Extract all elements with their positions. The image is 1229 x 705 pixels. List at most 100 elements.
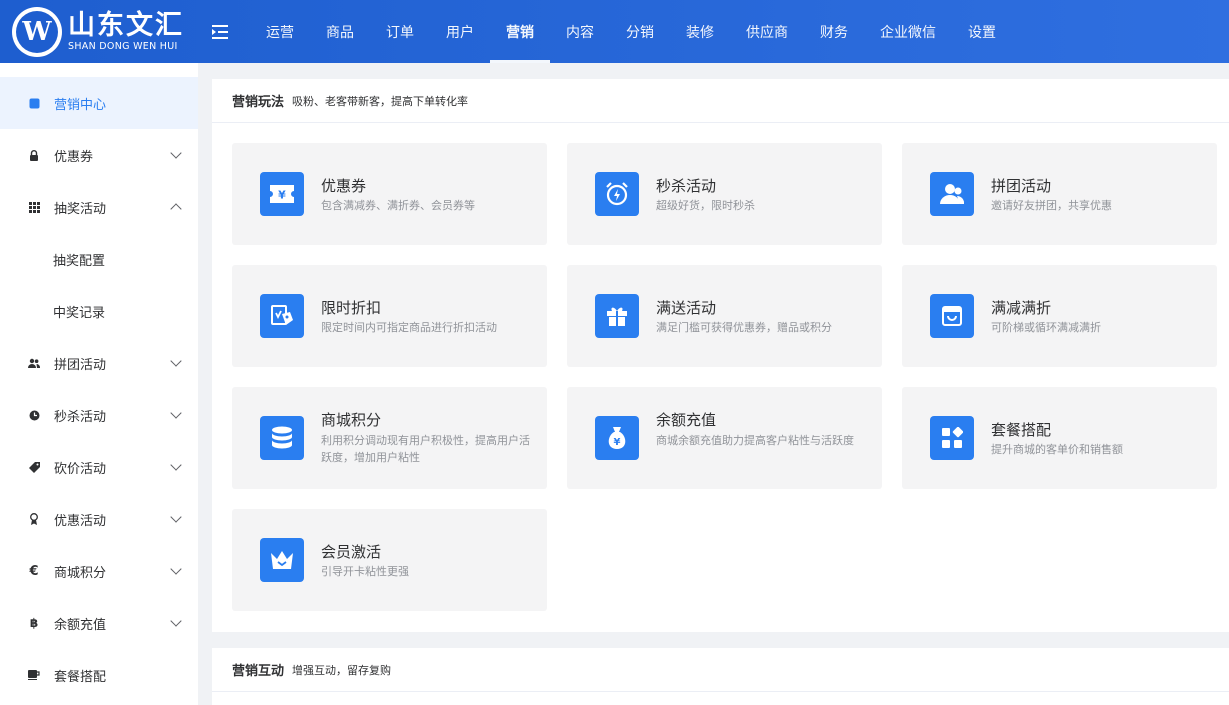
sidebar-item-marketing-center[interactable]: 营销中心 (0, 77, 198, 129)
chevron-down-icon[interactable] (170, 147, 182, 159)
ticket-icon: ¥ (260, 172, 304, 216)
card-desc: 包含满减券、满折券、会员券等 (321, 199, 475, 212)
chevron-down-icon[interactable] (170, 511, 182, 523)
card-desc: 邀请好友拼团，共享优惠 (991, 199, 1112, 212)
brand-name: 山东文汇 (68, 9, 184, 41)
marketing-interaction-panel: 营销互动 增强互动，留存复购 (212, 648, 1229, 705)
card-balance-recharge[interactable]: ¥ 余额充值 商城余额充值助力提高客户粘性与活跃度 (567, 387, 882, 489)
chevron-down-icon[interactable] (170, 407, 182, 419)
sidebar-subitem-lottery-config[interactable]: 抽奖配置 (0, 233, 198, 285)
card-member-activation[interactable]: 会员激活 引导开卡粘性更强 (232, 509, 547, 611)
card-desc: 提升商城的客单价和销售额 (991, 443, 1123, 456)
sidebar-item-label: 营销中心 (54, 97, 107, 113)
card-desc: 满足门槛可获得优惠券，赠品或积分 (656, 321, 832, 334)
sidebar-item-label: 拼团活动 (54, 357, 107, 373)
users-icon (28, 357, 40, 369)
section-subtitle: 吸粉、老客带新客，提高下单转化率 (292, 94, 469, 108)
card-title: 优惠券 (321, 177, 367, 195)
card-desc: 利用积分调动现有用户积极性，提高用户活跃度，增加用户粘性 (321, 434, 530, 464)
discount-tag-icon (260, 294, 304, 338)
card-group-buy[interactable]: 拼团活动 邀请好友拼团，共享优惠 (902, 143, 1217, 245)
logo[interactable]: W 山东文汇 SHAN DONG WEN HUI (0, 0, 198, 63)
top-bar: W 山东文汇 SHAN DONG WEN HUI 运营 商品 订单 用户 营销 … (0, 0, 1229, 63)
card-desc: 商城余额充值助力提高客户粘性与活跃度 (656, 434, 854, 447)
tag-icon (28, 461, 40, 473)
sidebar-item-label: 优惠活动 (54, 513, 107, 529)
gift-icon (595, 294, 639, 338)
card-desc: 引导开卡粘性更强 (321, 565, 409, 578)
sidebar-item-group-buy[interactable]: 拼团活动 (0, 337, 198, 389)
section-header: 营销互动 增强互动，留存复购 (212, 648, 1229, 692)
card-mall-points[interactable]: 商城积分 利用积分调动现有用户积极性，提高用户活跃度，增加用户粘性 (232, 387, 547, 489)
nav-item-caiwu[interactable]: 财务 (804, 0, 864, 63)
card-bundle[interactable]: 套餐搭配 提升商城的客单价和销售额 (902, 387, 1217, 489)
nav-item-yingxiao[interactable]: 营销 (490, 0, 550, 63)
svg-text:¥: ¥ (278, 189, 286, 202)
bag-icon (930, 294, 974, 338)
nav-item-yunying[interactable]: 运营 (250, 0, 310, 63)
nav-item-gongyingshang[interactable]: 供应商 (730, 0, 804, 63)
apps-icon (930, 416, 974, 460)
chevron-down-icon[interactable] (170, 563, 182, 575)
sidebar-item-coupon[interactable]: 优惠券 (0, 129, 198, 181)
sidebar-item-seckill[interactable]: 秒杀活动 (0, 389, 198, 441)
card-title: 秒杀活动 (656, 177, 717, 195)
sidebar-item-lottery[interactable]: 抽奖活动 (0, 181, 198, 233)
sidebar: 营销中心 优惠券 抽奖活动 抽奖配置 中奖记录 拼团活动 秒杀活动 砍价活动 优… (0, 63, 198, 705)
sidebar-item-promotion[interactable]: 优惠活动 (0, 493, 198, 545)
top-nav: 运营 商品 订单 用户 营销 内容 分销 装修 供应商 财务 企业微信 设置 (250, 0, 1012, 63)
bitcoin-icon: ฿ (29, 616, 39, 630)
cup-icon (28, 669, 40, 681)
marketing-play-panel: 营销玩法 吸粉、老客带新客，提高下单转化率 ¥ 优惠券 包含满减券、满折券、会员… (212, 79, 1229, 632)
chevron-up-icon[interactable] (170, 203, 182, 215)
lock-icon (28, 149, 40, 161)
menu-fold-icon[interactable] (210, 22, 230, 42)
section-subtitle: 增强互动，留存复购 (292, 663, 392, 677)
database-icon (260, 416, 304, 460)
svg-text:¥: ¥ (614, 437, 621, 448)
money-bag-icon: ¥ (595, 416, 639, 460)
crown-icon (260, 538, 304, 582)
card-title: 会员激活 (321, 543, 382, 561)
sidebar-item-bargain[interactable]: 砍价活动 (0, 441, 198, 493)
nav-item-neirong[interactable]: 内容 (550, 0, 610, 63)
card-title: 拼团活动 (991, 177, 1052, 195)
card-seckill[interactable]: 秒杀活动 超级好货，限时秒杀 (567, 143, 882, 245)
nav-item-fenxiao[interactable]: 分销 (610, 0, 670, 63)
nav-item-yonghu[interactable]: 用户 (430, 0, 490, 63)
logo-letter: W (16, 10, 58, 53)
chevron-down-icon[interactable] (170, 355, 182, 367)
card-title: 商城积分 (321, 411, 382, 429)
section-header: 营销玩法 吸粉、老客带新客，提高下单转化率 (212, 79, 1229, 123)
section-title: 营销互动 (232, 664, 285, 679)
logo-emblem: W (12, 6, 62, 57)
card-title: 满送活动 (656, 299, 717, 317)
card-limited-discount[interactable]: 限时折扣 限定时间内可指定商品进行折扣活动 (232, 265, 547, 367)
clock-icon (28, 409, 40, 421)
card-full-reduction[interactable]: 满减满折 可阶梯或循环满减满折 (902, 265, 1217, 367)
nav-item-shezhi[interactable]: 设置 (952, 0, 1012, 63)
sidebar-item-label: 秒杀活动 (54, 409, 107, 425)
chevron-down-icon[interactable] (170, 459, 182, 471)
card-title: 限时折扣 (321, 299, 382, 317)
sidebar-item-points[interactable]: € 商城积分 (0, 545, 198, 597)
nav-item-qiyeweixin[interactable]: 企业微信 (864, 0, 952, 63)
sidebar-item-label: 余额充值 (54, 617, 107, 633)
card-title: 余额充值 (656, 411, 717, 429)
sidebar-item-recharge[interactable]: ฿ 余额充值 (0, 597, 198, 649)
euro-icon: € (29, 563, 39, 579)
sidebar-item-label: 抽奖活动 (54, 201, 107, 217)
sidebar-subitem-winning-records[interactable]: 中奖记录 (0, 285, 198, 337)
sidebar-item-bundle[interactable]: 套餐搭配 (0, 649, 198, 701)
card-full-gift[interactable]: 满送活动 满足门槛可获得优惠券，赠品或积分 (567, 265, 882, 367)
medal-icon (28, 513, 40, 525)
sidebar-item-label: 砍价活动 (54, 461, 107, 477)
nav-item-zhuangxiu[interactable]: 装修 (670, 0, 730, 63)
section-title: 营销玩法 (232, 95, 285, 110)
nav-item-dingdan[interactable]: 订单 (370, 0, 430, 63)
card-title: 套餐搭配 (991, 421, 1052, 439)
card-desc: 限定时间内可指定商品进行折扣活动 (321, 321, 497, 334)
nav-item-shangpin[interactable]: 商品 (310, 0, 370, 63)
card-coupon[interactable]: ¥ 优惠券 包含满减券、满折券、会员券等 (232, 143, 547, 245)
chevron-down-icon[interactable] (170, 615, 182, 627)
